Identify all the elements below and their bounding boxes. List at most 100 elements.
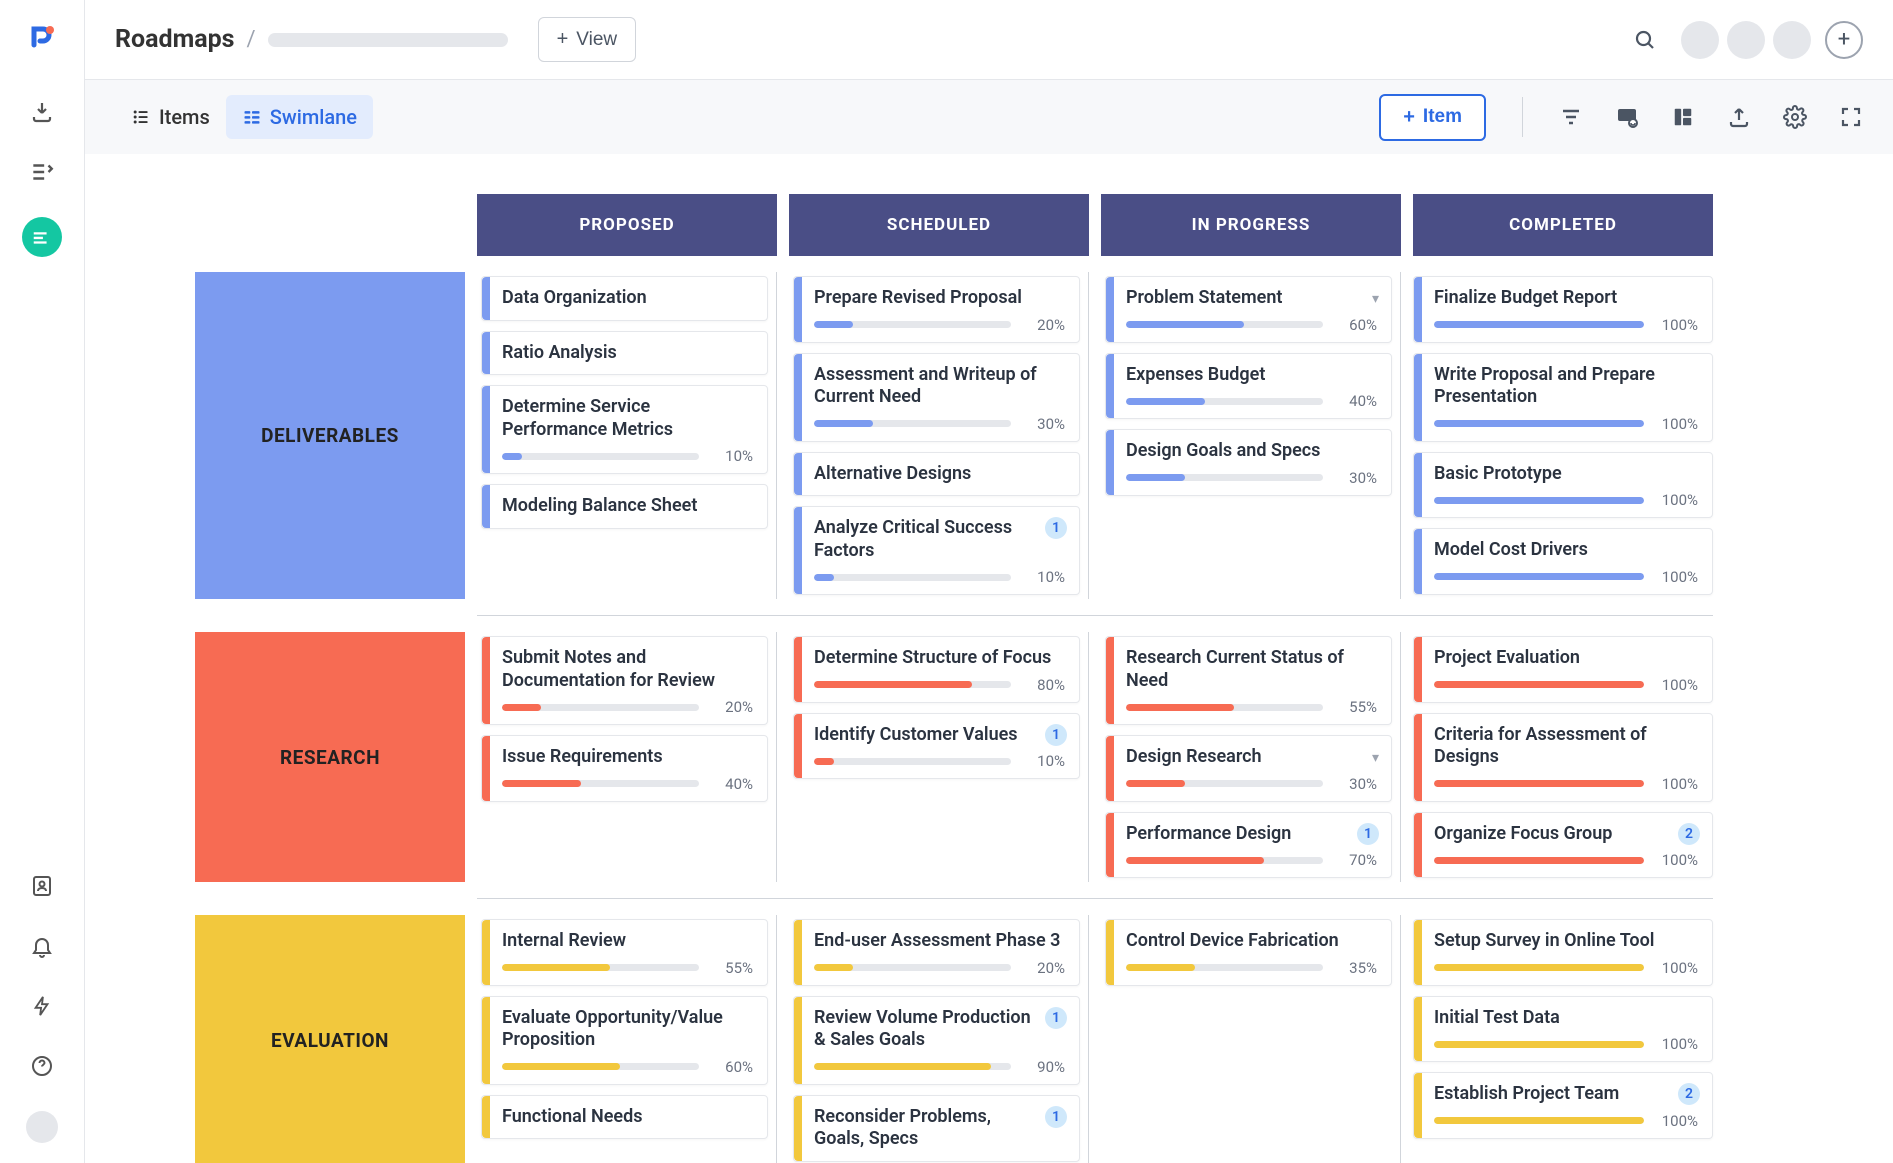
card[interactable]: Project Evaluation100% <box>1413 636 1713 703</box>
chevron-down-icon[interactable]: ▾ <box>1372 750 1379 766</box>
settings-icon[interactable] <box>1783 105 1807 129</box>
user-circle-3[interactable] <box>1773 21 1811 59</box>
card[interactable]: Internal Review55% <box>481 919 768 986</box>
card[interactable]: Determine Service Performance Metrics10% <box>481 385 768 474</box>
progress-fill <box>1434 780 1644 787</box>
card-title: Reconsider Problems, Goals, Specs <box>814 1106 1065 1151</box>
chevron-down-icon[interactable]: ▾ <box>1372 291 1379 307</box>
app-logo[interactable] <box>27 22 57 52</box>
progress-label: 100% <box>1654 1035 1698 1053</box>
card[interactable]: Functional Needs <box>481 1095 768 1140</box>
add-user-button[interactable]: + <box>1825 21 1863 59</box>
card[interactable]: Write Proposal and Prepare Presentation1… <box>1413 353 1713 442</box>
card[interactable]: Issue Requirements40% <box>481 735 768 802</box>
card[interactable]: Data Organization <box>481 276 768 321</box>
help-icon[interactable] <box>27 1051 57 1081</box>
column-header[interactable]: PROPOSED <box>477 194 777 256</box>
row-label[interactable]: RESEARCH <box>195 632 465 882</box>
card-progress: 20% <box>814 316 1065 334</box>
swimlane-board: PROPOSEDSCHEDULEDIN PROGRESSCOMPLETED DEL… <box>195 194 1863 1163</box>
activity-icon[interactable] <box>27 991 57 1021</box>
card[interactable]: Establish Project Team2100% <box>1413 1072 1713 1139</box>
swimlane-nav-icon[interactable] <box>22 217 62 257</box>
progress-fill <box>1126 398 1205 405</box>
swimlane-cell[interactable]: Project Evaluation100% Criteria for Asses… <box>1413 632 1713 882</box>
card[interactable]: Organize Focus Group2100% <box>1413 812 1713 879</box>
swimlane-cell[interactable]: Research Current Status of Need55% Design… <box>1101 632 1401 882</box>
search-icon[interactable] <box>1633 28 1657 52</box>
swimlane-cell[interactable]: Problem Statement▾60% Expenses Budget40% D… <box>1101 272 1401 599</box>
swimlane-cell[interactable]: Determine Structure of Focus80% Identify … <box>789 632 1089 882</box>
link-icon[interactable] <box>1615 105 1639 129</box>
layout-icon[interactable] <box>1671 105 1695 129</box>
card-accent <box>482 485 490 528</box>
user-circle-1[interactable] <box>1681 21 1719 59</box>
card-title: Finalize Budget Report <box>1434 287 1698 310</box>
swimlane-cell[interactable]: End-user Assessment Phase 320% Review Vol… <box>789 915 1089 1163</box>
card[interactable]: Basic Prototype100% <box>1413 452 1713 519</box>
card[interactable]: Model Cost Drivers100% <box>1413 528 1713 595</box>
card[interactable]: Assessment and Writeup of Current Need 30… <box>793 353 1080 442</box>
card[interactable]: Problem Statement▾60% <box>1105 276 1392 343</box>
notifications-icon[interactable] <box>27 931 57 961</box>
filter-icon[interactable] <box>1559 105 1583 129</box>
add-item-button[interactable]: + Item <box>1379 94 1486 141</box>
swimlane-cell[interactable]: Finalize Budget Report100%Write Proposal… <box>1413 272 1713 599</box>
card[interactable]: Design Research▾30% <box>1105 735 1392 802</box>
card[interactable]: Alternative Designs <box>793 452 1080 497</box>
card[interactable]: Initial Test Data100% <box>1413 996 1713 1063</box>
swimlane-tab[interactable]: Swimlane <box>226 95 373 139</box>
add-view-button[interactable]: + View <box>538 17 637 62</box>
swimlane-cell[interactable]: Setup Survey in Online Tool100%Initial T… <box>1413 915 1713 1163</box>
swimlane-cell[interactable]: Control Device Fabrication35% <box>1101 915 1401 1163</box>
progress-label: 10% <box>1021 752 1065 770</box>
card-title: Assessment and Writeup of Current Need <box>814 364 1065 409</box>
card[interactable]: Control Device Fabrication35% <box>1105 919 1392 986</box>
card[interactable]: Expenses Budget40% <box>1105 353 1392 420</box>
card-title: Setup Survey in Online Tool <box>1434 930 1698 953</box>
card[interactable]: Ratio Analysis <box>481 331 768 376</box>
card[interactable]: Finalize Budget Report100% <box>1413 276 1713 343</box>
card[interactable]: Reconsider Problems, Goals, Specs1 <box>793 1095 1080 1162</box>
card[interactable]: Criteria for Assessment of Designs100% <box>1413 713 1713 802</box>
card[interactable]: Design Goals and Specs30% <box>1105 429 1392 496</box>
card[interactable]: Evaluate Opportunity/Value Proposition60… <box>481 996 768 1085</box>
fullscreen-icon[interactable] <box>1839 105 1863 129</box>
row-label[interactable]: DELIVERABLES <box>195 272 465 599</box>
board-scroll[interactable]: PROPOSEDSCHEDULEDIN PROGRESSCOMPLETED DEL… <box>85 154 1893 1163</box>
card-progress: 100% <box>1434 851 1698 869</box>
card[interactable]: End-user Assessment Phase 320% <box>793 919 1080 986</box>
card[interactable]: Review Volume Production & Sales Goals19… <box>793 996 1080 1085</box>
card-progress: 30% <box>814 415 1065 433</box>
progress-label: 100% <box>1654 491 1698 509</box>
card[interactable]: Determine Structure of Focus80% <box>793 636 1080 703</box>
user-circle-2[interactable] <box>1727 21 1765 59</box>
items-tab[interactable]: Items <box>115 95 226 139</box>
export-icon[interactable] <box>1727 105 1751 129</box>
card[interactable]: Identify Customer Values110% <box>793 713 1080 780</box>
progress-fill <box>502 1063 620 1070</box>
card[interactable]: Prepare Revised Proposal20% <box>793 276 1080 343</box>
card[interactable]: Submit Notes and Documentation for Revie… <box>481 636 768 725</box>
list-nav-icon[interactable] <box>27 157 57 187</box>
contacts-icon[interactable] <box>27 871 57 901</box>
card[interactable]: Performance Design170% <box>1105 812 1392 879</box>
swimlane-cell[interactable]: Internal Review55% Evaluate Opportunity/V… <box>477 915 777 1163</box>
swimlane-cell[interactable]: Prepare Revised Proposal20% Assessment an… <box>789 272 1089 599</box>
swimlane-cell[interactable]: Submit Notes and Documentation for Revie… <box>477 632 777 882</box>
progress-label: 100% <box>1654 568 1698 586</box>
card[interactable]: Research Current Status of Need55% <box>1105 636 1392 725</box>
card[interactable]: Analyze Critical Success Factors110% <box>793 506 1080 595</box>
progress-track <box>814 681 1011 688</box>
swimlane-cell[interactable]: Data Organization Ratio Analysis Determine… <box>477 272 777 599</box>
import-icon[interactable] <box>27 97 57 127</box>
row-label[interactable]: EVALUATION <box>195 915 465 1163</box>
user-avatar[interactable] <box>26 1111 58 1143</box>
column-header[interactable]: SCHEDULED <box>789 194 1089 256</box>
breadcrumb-placeholder[interactable] <box>268 33 508 47</box>
column-header[interactable]: IN PROGRESS <box>1101 194 1401 256</box>
column-header[interactable]: COMPLETED <box>1413 194 1713 256</box>
card-progress: 40% <box>502 775 753 793</box>
card[interactable]: Setup Survey in Online Tool100% <box>1413 919 1713 986</box>
card[interactable]: Modeling Balance Sheet <box>481 484 768 529</box>
